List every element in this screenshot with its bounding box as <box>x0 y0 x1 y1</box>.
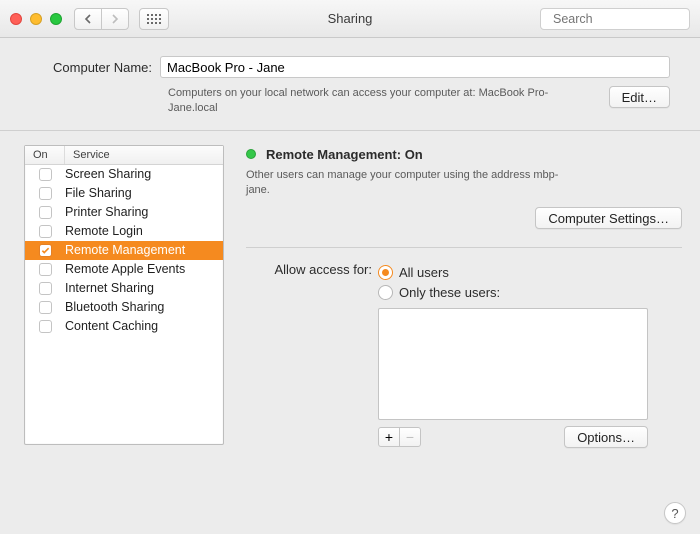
service-row[interactable]: Screen Sharing <box>25 165 223 184</box>
col-on[interactable]: On <box>25 146 65 164</box>
computer-name-input[interactable] <box>160 56 670 78</box>
services-body: Screen Sharing File Sharing Printer Sharin… <box>25 165 223 444</box>
service-label: Bluetooth Sharing <box>65 300 164 314</box>
service-label: Printer Sharing <box>65 205 148 219</box>
checkbox[interactable] <box>39 320 52 333</box>
service-label: Remote Login <box>65 224 143 238</box>
access-label: Allow access for: <box>246 262 378 448</box>
edit-button[interactable]: Edit… <box>609 86 670 108</box>
service-row[interactable]: Remote Login <box>25 222 223 241</box>
titlebar: Sharing <box>0 0 700 38</box>
radio-icon <box>378 285 393 300</box>
show-all-button[interactable] <box>139 8 169 30</box>
options-button[interactable]: Options… <box>564 426 648 448</box>
checkbox[interactable] <box>39 187 52 200</box>
computer-name-note: Computers on your local network can acce… <box>168 86 609 116</box>
radio-only-label: Only these users: <box>399 285 500 300</box>
service-label: Internet Sharing <box>65 281 154 295</box>
service-label: Content Caching <box>65 319 158 333</box>
checkbox[interactable] <box>39 225 52 238</box>
remove-user-button: − <box>399 427 421 447</box>
services-table: On Service Screen Sharing File Sharing Pri… <box>24 145 224 445</box>
service-row[interactable]: Remote Management <box>25 241 223 260</box>
checkbox[interactable] <box>39 282 52 295</box>
radio-all-label: All users <box>399 265 449 280</box>
add-remove-group: + − <box>378 427 421 447</box>
checkbox[interactable] <box>39 168 52 181</box>
help-button[interactable]: ? <box>664 502 686 524</box>
service-row[interactable]: Bluetooth Sharing <box>25 298 223 317</box>
nav-back-forward <box>74 8 129 30</box>
radio-icon <box>378 265 393 280</box>
chevron-left-icon <box>84 14 92 24</box>
back-button[interactable] <box>74 8 102 30</box>
status-title: Remote Management: On <box>266 147 423 162</box>
service-row[interactable]: Content Caching <box>25 317 223 336</box>
access-section: Allow access for: All users Only these u… <box>246 262 682 448</box>
check-icon <box>41 246 50 255</box>
forward-button[interactable] <box>101 8 129 30</box>
service-label: File Sharing <box>65 186 132 200</box>
close-icon[interactable] <box>10 13 22 25</box>
service-row[interactable]: Printer Sharing <box>25 203 223 222</box>
service-label: Remote Management <box>65 243 185 257</box>
search-input[interactable] <box>551 11 700 27</box>
add-user-button[interactable]: + <box>378 427 400 447</box>
radio-all-users[interactable]: All users <box>378 262 682 282</box>
service-row[interactable]: File Sharing <box>25 184 223 203</box>
service-label: Remote Apple Events <box>65 262 185 276</box>
chevron-right-icon <box>111 14 119 24</box>
service-label: Screen Sharing <box>65 167 151 181</box>
main-content: On Service Screen Sharing File Sharing Pri… <box>0 131 700 463</box>
search-field[interactable] <box>540 8 690 30</box>
checkbox[interactable] <box>39 301 52 314</box>
status-dot-icon <box>246 149 256 159</box>
col-service[interactable]: Service <box>65 146 118 164</box>
zoom-icon[interactable] <box>50 13 62 25</box>
radio-only-these-users[interactable]: Only these users: <box>378 282 682 302</box>
computer-settings-button[interactable]: Computer Settings… <box>535 207 682 229</box>
status-line: Remote Management: On <box>246 147 682 162</box>
services-header: On Service <box>25 146 223 165</box>
service-detail: Remote Management: On Other users can ma… <box>242 145 682 449</box>
service-row[interactable]: Remote Apple Events <box>25 260 223 279</box>
window-controls <box>10 13 62 25</box>
grid-icon <box>147 14 161 24</box>
checkbox[interactable] <box>39 206 52 219</box>
checkbox[interactable] <box>39 263 52 276</box>
computer-name-section: Computer Name: Computers on your local n… <box>0 38 700 131</box>
status-description: Other users can manage your computer usi… <box>246 168 576 198</box>
users-list[interactable] <box>378 308 648 420</box>
service-row[interactable]: Internet Sharing <box>25 279 223 298</box>
minimize-icon[interactable] <box>30 13 42 25</box>
computer-name-label: Computer Name: <box>30 60 160 75</box>
divider <box>246 247 682 248</box>
checkbox[interactable] <box>39 244 52 257</box>
